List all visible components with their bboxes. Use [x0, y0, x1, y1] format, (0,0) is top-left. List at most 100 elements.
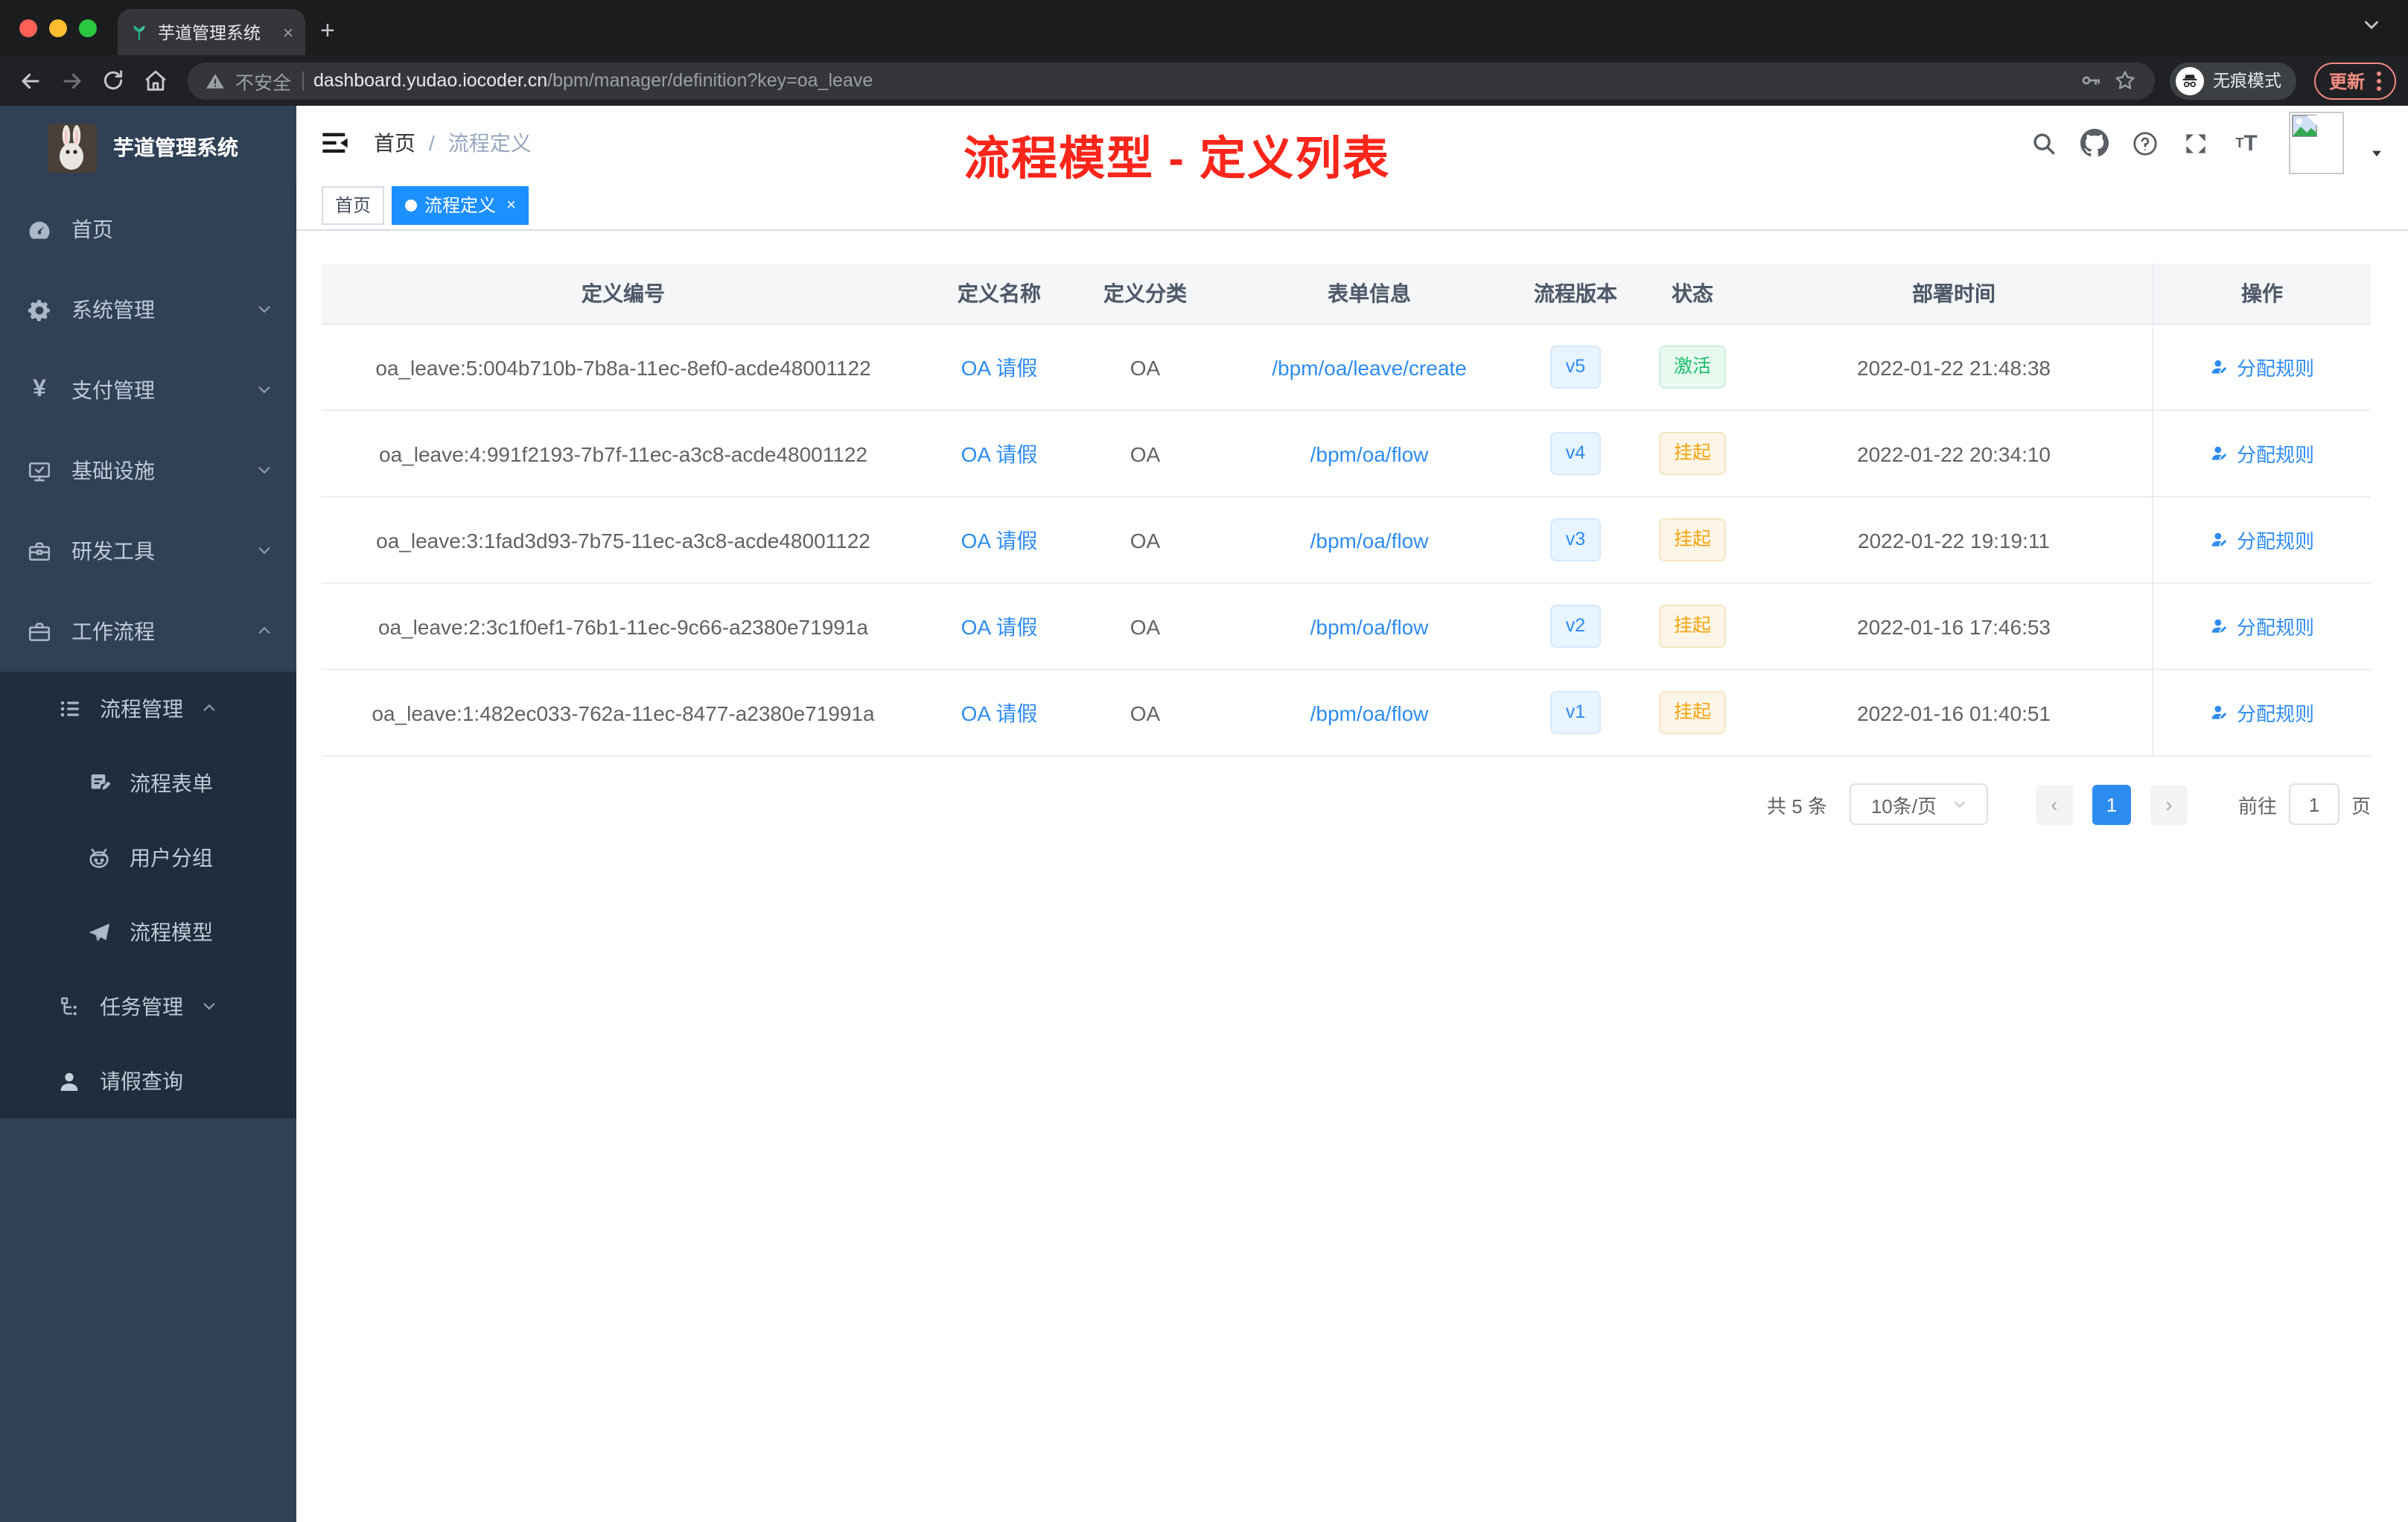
active-dot [405, 199, 418, 211]
sidebar-item-label: 基础设施 [71, 459, 155, 483]
sidebar-item-label: 任务管理 [100, 995, 183, 1019]
bookmark-star-icon[interactable] [2113, 69, 2137, 92]
browser-tab[interactable]: 芋道管理系统 × [118, 9, 305, 55]
version-badge: v5 [1550, 346, 1601, 389]
page-unit-label: 页 [2351, 795, 2371, 817]
tag-process-definition[interactable]: 流程定义 × [392, 185, 529, 224]
definition-category: OA [1130, 701, 1161, 725]
table-row: oa_leave:1:482ec033-762a-11ec-8477-a2380… [322, 670, 2371, 755]
zoom-window-button[interactable] [79, 19, 97, 36]
goto-page-input[interactable] [2288, 783, 2339, 825]
avatar[interactable] [2289, 112, 2344, 174]
close-tab-icon[interactable]: × [283, 22, 293, 42]
browser-menu-kebab-icon[interactable] [2377, 71, 2381, 90]
help-icon[interactable] [2131, 129, 2159, 157]
annotation-overlay: 流程模型 - 定义列表 [963, 133, 1391, 185]
sidebar-item-dev-tools[interactable]: 研发工具 [0, 511, 296, 591]
sidebar-item-system[interactable]: 系统管理 [0, 270, 296, 350]
app-title: 芋道管理系统 [113, 136, 238, 159]
reload-icon[interactable] [95, 63, 131, 98]
sidebar-item-task-management[interactable]: 任务管理 [0, 969, 296, 1044]
sidebar-item-payment[interactable]: ¥ 支付管理 [0, 350, 296, 430]
sidebar-logo[interactable]: 芋道管理系统 [0, 106, 296, 189]
github-icon[interactable] [2080, 129, 2109, 157]
table-row: oa_leave:3:1fad3d93-7b75-11ec-a3c8-acde4… [322, 497, 2371, 584]
current-page-button[interactable]: 1 [2092, 784, 2131, 824]
browser-window: 芋道管理系统 × + 不安全 dashboard.yudao.iocoder.c… [0, 0, 2408, 1522]
breadcrumb-home[interactable]: 首页 [374, 128, 415, 158]
column-header: 部署时间 [1912, 281, 1995, 305]
status-badge: 激活 [1658, 346, 1726, 389]
table-row: oa_leave:2:3c1f0ef1-76b1-11ec-9c66-a2380… [322, 584, 2371, 670]
window-controls[interactable] [0, 0, 118, 55]
sidebar-item-leave-query[interactable]: 请假查询 [0, 1044, 296, 1118]
form-link[interactable]: /bpm/oa/flow [1310, 701, 1429, 725]
search-icon[interactable] [2030, 129, 2058, 157]
chevron-down-icon [256, 539, 273, 563]
sidebar-item-workflow[interactable]: 工作流程 [0, 591, 296, 672]
prev-page-button[interactable]: ‹ [2035, 784, 2073, 824]
logo-avatar [48, 123, 97, 172]
tag-home[interactable]: 首页 [322, 185, 385, 224]
sidebar-item-user-group[interactable]: 用户分组 [0, 821, 296, 895]
breadcrumb-current: 流程定义 [447, 131, 532, 155]
security-label[interactable]: 不安全 [235, 66, 291, 95]
assign-rule-button[interactable]: 分配规则 [2210, 439, 2314, 468]
form-link[interactable]: /bpm/oa/flow [1310, 528, 1429, 552]
next-page-button[interactable]: › [2150, 784, 2188, 824]
definition-name-link[interactable]: OA 请假 [961, 611, 1038, 641]
font-size-icon[interactable]: TT [2232, 129, 2261, 157]
key-icon[interactable] [2079, 69, 2103, 92]
url-bar[interactable]: 不安全 dashboard.yudao.iocoder.cn/bpm/manag… [188, 62, 2155, 99]
close-window-button[interactable] [19, 19, 37, 36]
browser-update-button[interactable]: 更新 [2313, 62, 2396, 99]
chevron-down-icon [201, 995, 217, 1019]
assign-rule-button[interactable]: 分配规则 [2210, 526, 2314, 554]
tags-view: 首页 流程定义 × [296, 180, 2408, 231]
caret-down-icon[interactable] [2369, 141, 2384, 168]
form-link[interactable]: /bpm/oa/leave/create [1272, 355, 1467, 379]
url-text[interactable]: dashboard.yudao.iocoder.cn/bpm/manager/d… [313, 70, 2068, 91]
form-link[interactable]: /bpm/oa/flow [1310, 442, 1429, 465]
sidebar-item-process-management[interactable]: 流程管理 [0, 672, 296, 746]
table-row: oa_leave:4:991f2193-7b7f-11ec-a3c8-acde4… [322, 411, 2371, 497]
sidebar-item-infrastructure[interactable]: 基础设施 [0, 430, 296, 511]
incognito-label: 无痕模式 [2212, 73, 2281, 91]
column-header: 流程版本 [1534, 281, 1617, 305]
page-content: 定义编号 定义名称 定义分类 表单信息 流程版本 状态 部署时间 操作 oa_l… [296, 231, 2408, 1522]
definition-name-link[interactable]: OA 请假 [961, 439, 1038, 468]
briefcase-icon [27, 619, 52, 644]
definition-name-link[interactable]: OA 请假 [961, 352, 1038, 382]
navbar-actions: TT [2030, 112, 2384, 174]
tag-label: 流程定义 [424, 195, 497, 216]
new-tab-button[interactable]: + [320, 16, 335, 46]
definition-name-link[interactable]: OA 请假 [961, 525, 1038, 555]
sidebar-item-label: 系统管理 [71, 298, 155, 322]
definition-name-link[interactable]: OA 请假 [961, 698, 1038, 727]
sidebar-item-process-model[interactable]: 流程模型 [0, 895, 296, 969]
favicon-plant-icon [130, 22, 149, 42]
close-tag-icon[interactable]: × [506, 196, 516, 214]
sidebar-item-home[interactable]: 首页 [0, 189, 296, 270]
assign-rule-button[interactable]: 分配规则 [2210, 698, 2314, 727]
chevron-down-icon [256, 459, 273, 483]
page-size-select[interactable]: 10条/页 [1849, 783, 1988, 825]
dashboard-icon [27, 217, 52, 242]
sidebar-item-process-form[interactable]: 流程表单 [0, 746, 296, 821]
home-icon[interactable] [137, 63, 173, 98]
definition-id: oa_leave:1:482ec033-762a-11ec-8477-a2380… [372, 701, 875, 725]
back-icon[interactable] [12, 63, 48, 98]
list-icon [57, 696, 82, 722]
monitor-icon [27, 458, 52, 483]
assign-rule-button[interactable]: 分配规则 [2210, 612, 2314, 640]
forward-icon[interactable] [54, 63, 89, 98]
fullscreen-icon[interactable] [2182, 129, 2210, 157]
sidebar-toggle-icon[interactable] [320, 128, 350, 158]
minimize-window-button[interactable] [49, 19, 67, 36]
tab-search-chevron-icon[interactable] [2362, 15, 2381, 42]
assign-rule-button[interactable]: 分配规则 [2210, 353, 2314, 381]
tab-strip: 芋道管理系统 × + [0, 0, 2408, 55]
form-link[interactable]: /bpm/oa/flow [1310, 614, 1429, 638]
update-label: 更新 [2328, 71, 2365, 92]
tab-title: 芋道管理系统 [158, 25, 261, 42]
